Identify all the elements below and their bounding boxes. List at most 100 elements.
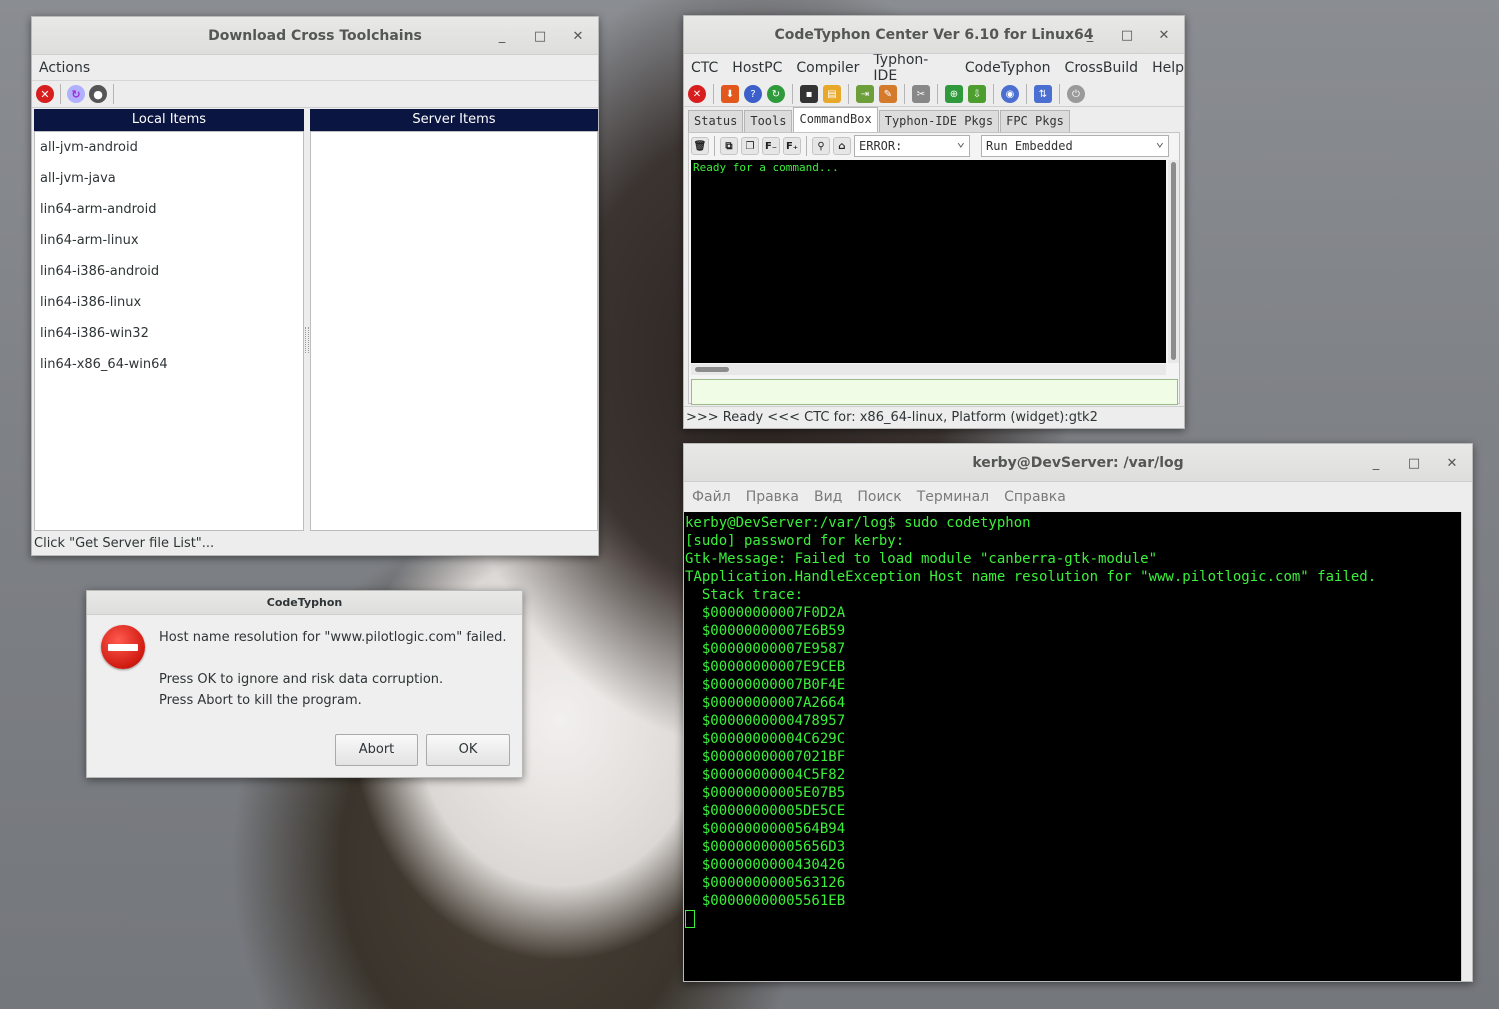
terminal-line: TApplication.HandleException Host name r… — [685, 569, 1377, 585]
command-console[interactable]: Ready for a command... — [691, 160, 1166, 363]
terminal-line: $00000000007E9CEB — [685, 659, 846, 675]
maximize-icon[interactable]: □ — [1109, 16, 1145, 54]
maximize-icon[interactable]: □ — [1396, 444, 1432, 482]
menu-search[interactable]: Поиск — [857, 489, 901, 505]
abort-button[interactable]: Abort — [335, 734, 418, 766]
titlebar[interactable]: kerby@DevServer: /var/log _ □ ✕ — [684, 444, 1472, 482]
menu-typhon-ide[interactable]: Typhon-IDE — [873, 52, 950, 84]
list-item[interactable]: all-jvm-java — [35, 163, 303, 194]
menu-hostpc[interactable]: HostPC — [732, 60, 782, 76]
terminal-line: Stack trace: — [685, 587, 804, 603]
terminal-line: $0000000000563126 — [685, 875, 846, 891]
window-title: kerby@DevServer: /var/log — [972, 454, 1184, 471]
download-cross-toolchains-window: Download Cross Toolchains _ □ ✕ Actions … — [31, 16, 599, 556]
message-line: Press OK to ignore and risk data corrupt… — [159, 672, 444, 687]
copy-all-icon[interactable]: ⧉ — [720, 137, 738, 155]
cross64-icon[interactable]: ⇅ — [1034, 85, 1052, 103]
globe-icon[interactable]: ● — [89, 85, 107, 103]
stop-icon[interactable]: ✕ — [688, 85, 706, 103]
menu-actions[interactable]: Actions — [39, 60, 90, 76]
menu-help[interactable]: Справка — [1004, 489, 1066, 505]
font-smaller-icon[interactable]: F₋ — [762, 137, 780, 155]
message-line: Host name resolution for "www.pilotlogic… — [159, 630, 507, 645]
export-icon[interactable]: ⇥ — [856, 85, 874, 103]
tab-tools[interactable]: Tools — [744, 110, 793, 132]
help-icon[interactable]: ? — [744, 85, 762, 103]
commandbox-panel: 🗑 ⧉ ❐ F₋ F₊ ⚲ ⌂ ERROR: Run Embedded Read… — [688, 132, 1180, 405]
error-icon — [101, 625, 145, 669]
terminal-line: $00000000004C629C — [685, 731, 846, 747]
local-items-list[interactable]: all-jvm-android all-jvm-java lin64-arm-and… — [34, 131, 304, 531]
minimize-icon[interactable]: _ — [1072, 16, 1108, 54]
menu-crossbuild[interactable]: CrossBuild — [1065, 60, 1139, 76]
list-item[interactable]: all-jvm-android — [35, 132, 303, 163]
maximize-icon[interactable]: □ — [522, 17, 558, 55]
tab-typhon-ide-pkgs[interactable]: Typhon-IDE Pkgs — [878, 110, 1000, 132]
list-item[interactable]: lin64-arm-android — [35, 194, 303, 225]
titlebar[interactable]: Download Cross Toolchains _ □ ✕ — [32, 17, 598, 55]
menu-codetyphon[interactable]: CodeTyphon — [965, 60, 1051, 76]
clear-icon[interactable]: 🗑 — [691, 137, 709, 155]
terminal-window: kerby@DevServer: /var/log _ □ ✕ Файл Пра… — [683, 443, 1473, 982]
minimize-icon[interactable]: _ — [484, 17, 520, 55]
list-item[interactable]: lin64-i386-android — [35, 256, 303, 287]
menu-help[interactable]: Help — [1152, 60, 1184, 76]
menu-edit[interactable]: Правка — [746, 489, 799, 505]
menu-view[interactable]: Вид — [814, 489, 842, 505]
splitter-handle[interactable] — [305, 327, 309, 353]
list-item[interactable]: lin64-x86_64-win64 — [35, 349, 303, 380]
network-icon[interactable]: ◉ — [1001, 85, 1019, 103]
terminal-scrollbar[interactable] — [1461, 512, 1472, 981]
terminal-icon[interactable]: ▪ — [800, 85, 818, 103]
list-item[interactable]: lin64-i386-linux — [35, 287, 303, 318]
ok-button[interactable]: OK — [426, 734, 510, 766]
search-icon[interactable]: ⚲ — [812, 137, 830, 155]
close-icon[interactable]: ✕ — [1434, 444, 1470, 482]
toolbar-separator — [1059, 84, 1060, 104]
terminal-line: kerby@DevServer:/var/log$ sudo codetypho… — [685, 515, 1031, 531]
home-icon[interactable]: ⌂ — [833, 137, 851, 155]
build-icon[interactable]: ✎ — [879, 85, 897, 103]
folder-icon[interactable]: ▤ — [823, 85, 841, 103]
refresh-icon[interactable]: ↻ — [67, 85, 85, 103]
minimize-icon[interactable]: _ — [1358, 444, 1394, 482]
deploy-icon[interactable]: ⇩ — [968, 85, 986, 103]
command-input[interactable] — [691, 379, 1178, 405]
console-horizontal-scrollbar[interactable] — [691, 364, 1166, 375]
download-icon[interactable]: ⬇ — [721, 85, 739, 103]
list-item[interactable]: lin64-i386-win32 — [35, 318, 303, 349]
dialog-titlebar[interactable]: CodeTyphon — [87, 591, 522, 615]
terminal-line: $00000000005E07B5 — [685, 785, 846, 801]
tab-fpc-pkgs[interactable]: FPC Pkgs — [1000, 110, 1070, 132]
menu-file[interactable]: Файл — [692, 489, 731, 505]
terminal-output[interactable]: kerby@DevServer:/var/log$ sudo codetypho… — [684, 512, 1461, 981]
menu-terminal[interactable]: Терминал — [917, 489, 989, 505]
menu-ctc[interactable]: CTC — [691, 60, 718, 76]
dialog-title: CodeTyphon — [266, 596, 343, 609]
power-icon[interactable]: ⏻ — [1067, 85, 1085, 103]
server-items-list[interactable] — [310, 131, 598, 531]
font-larger-icon[interactable]: F₊ — [783, 137, 801, 155]
tab-status[interactable]: Status — [688, 110, 744, 132]
tools-icon[interactable]: ✂ — [912, 85, 930, 103]
terminal-line: $00000000004C5F82 — [685, 767, 846, 783]
run-mode-select[interactable]: Run Embedded — [981, 132, 1169, 157]
list-item[interactable]: lin64-arm-linux — [35, 225, 303, 256]
refresh-icon[interactable]: ↻ — [767, 85, 785, 103]
terminal-line: $00000000007E6B59 — [685, 623, 846, 639]
menu-compiler[interactable]: Compiler — [796, 60, 859, 76]
window-title: CodeTyphon Center Ver 6.10 for Linux64 — [774, 26, 1094, 43]
close-icon[interactable]: ✕ — [1146, 16, 1182, 54]
tab-commandbox[interactable]: CommandBox — [793, 107, 878, 132]
status-bar: >>> Ready <<< CTC for: x86_64-linux, Pla… — [684, 406, 1184, 428]
toolbar: ✕ ⬇ ? ↻ ▪ ▤ ⇥ ✎ ✂ ⊕ ⇩ ◉ ⇅ ⏻ — [684, 82, 1184, 107]
filter-select[interactable]: ERROR: — [854, 132, 970, 157]
titlebar[interactable]: CodeTyphon Center Ver 6.10 for Linux64 _… — [684, 16, 1184, 54]
console-vertical-scrollbar[interactable] — [1168, 160, 1179, 363]
close-icon[interactable]: ✕ — [560, 17, 596, 55]
install-icon[interactable]: ⊕ — [945, 85, 963, 103]
toolbar-separator — [904, 84, 905, 104]
copy-icon[interactable]: ❐ — [741, 137, 759, 155]
stop-icon[interactable]: ✕ — [36, 85, 54, 103]
toolbar-separator — [1026, 84, 1027, 104]
